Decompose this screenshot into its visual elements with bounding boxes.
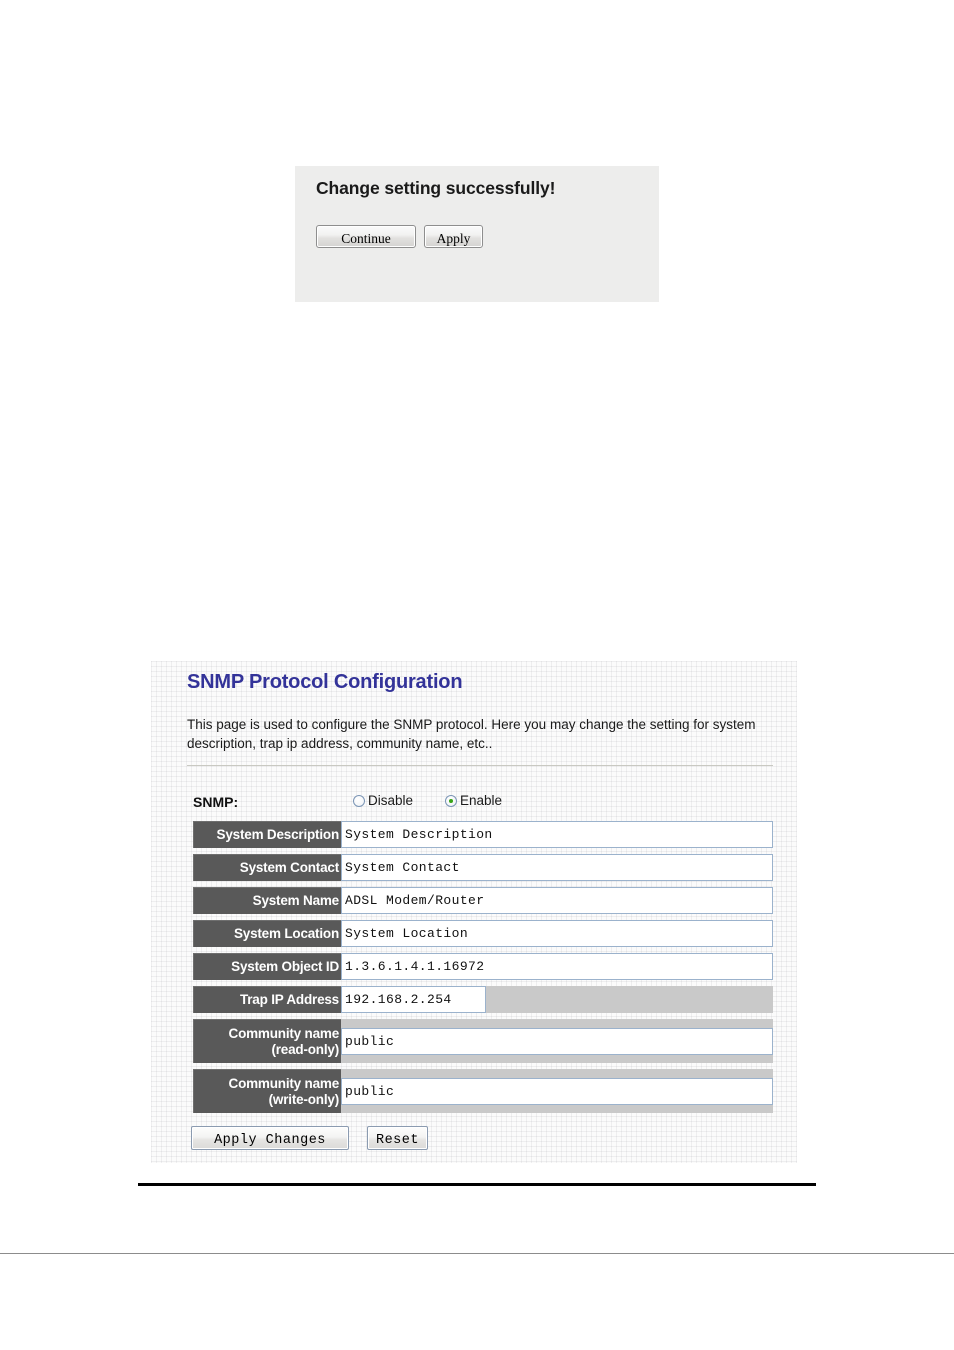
label-system-description: System Description: [193, 821, 341, 848]
section-divider: [187, 765, 773, 766]
table-row-system-description: System Description: [193, 821, 773, 848]
page-description: This page is used to configure the SNMP …: [187, 717, 756, 751]
field-cell-system-description: [341, 821, 773, 848]
field-cell-system-contact: [341, 854, 773, 881]
radio-disable-label: Disable: [368, 793, 414, 808]
reset-button[interactable]: Reset: [367, 1126, 428, 1150]
field-cell-system-name: [341, 887, 773, 914]
label-system-object-id: System Object ID: [193, 953, 341, 980]
radio-option-enable[interactable]: Enable: [445, 793, 502, 808]
label-community-name-read-only-line2: (read-only): [271, 1041, 339, 1057]
table-row-system-object-id: System Object ID: [193, 953, 773, 980]
field-cell-community-name-write-only: [341, 1069, 773, 1113]
table-row-trap-ip-address: Trap IP Address: [193, 986, 773, 1013]
system-name-input[interactable]: [341, 887, 773, 914]
field-cell-community-name-read-only: [341, 1019, 773, 1063]
snmp-protocol-configuration-panel: SNMP Protocol Configuration This page is…: [151, 661, 797, 1163]
apply-button[interactable]: Apply: [424, 225, 483, 248]
table-row-community-name-read-only: Community name (read-only): [193, 1019, 773, 1063]
trap-ip-address-input[interactable]: [341, 986, 486, 1013]
radio-enable-label: Enable: [460, 793, 503, 808]
apply-changes-button[interactable]: Apply Changes: [191, 1126, 349, 1150]
community-name-write-only-input[interactable]: [341, 1077, 773, 1105]
page-footer-rule: [0, 1253, 954, 1254]
radio-option-disable[interactable]: Disable: [353, 793, 413, 808]
label-system-contact: System Contact: [193, 854, 341, 881]
continue-button[interactable]: Continue: [316, 225, 416, 248]
system-location-input[interactable]: [341, 920, 773, 947]
label-community-name-write-only-line2: (write-only): [268, 1091, 340, 1107]
community-name-read-only-input[interactable]: [341, 1027, 773, 1055]
table-row-system-name: System Name: [193, 887, 773, 914]
label-community-name-write-only-line1: Community name: [228, 1075, 340, 1091]
figure-underline-rule: [138, 1183, 816, 1186]
system-description-input[interactable]: [341, 821, 773, 848]
page-title: SNMP Protocol Configuration: [187, 671, 463, 693]
label-system-location: System Location: [193, 920, 341, 947]
field-cell-system-object-id: [341, 953, 773, 980]
label-community-name-read-only: Community name (read-only): [193, 1019, 341, 1063]
radio-enable-icon[interactable]: [445, 794, 457, 807]
label-trap-ip-address: Trap IP Address: [193, 986, 341, 1013]
label-community-name-read-only-line1: Community name: [228, 1025, 340, 1041]
field-cell-system-location: [341, 920, 773, 947]
table-row-system-location: System Location: [193, 920, 773, 947]
system-contact-input[interactable]: [341, 854, 773, 881]
label-community-name-write-only: Community name (write-only): [193, 1069, 341, 1113]
system-object-id-input[interactable]: [341, 953, 773, 980]
table-row-community-name-write-only: Community name (write-only): [193, 1069, 773, 1113]
change-setting-success-panel: Change setting successfully! Continue Ap…: [295, 166, 659, 302]
radio-disable-icon[interactable]: [353, 794, 365, 807]
table-row-system-contact: System Contact: [193, 854, 773, 881]
success-message-title: Change setting successfully!: [316, 178, 556, 198]
snmp-toggle-label: SNMP:: [193, 794, 239, 810]
field-cell-trap-ip-address: [341, 986, 773, 1013]
snmp-enable-row: SNMP: Disable Enable: [193, 792, 773, 814]
label-system-name: System Name: [193, 887, 341, 914]
snmp-fields-table: System Description System Contact System…: [193, 821, 773, 1119]
